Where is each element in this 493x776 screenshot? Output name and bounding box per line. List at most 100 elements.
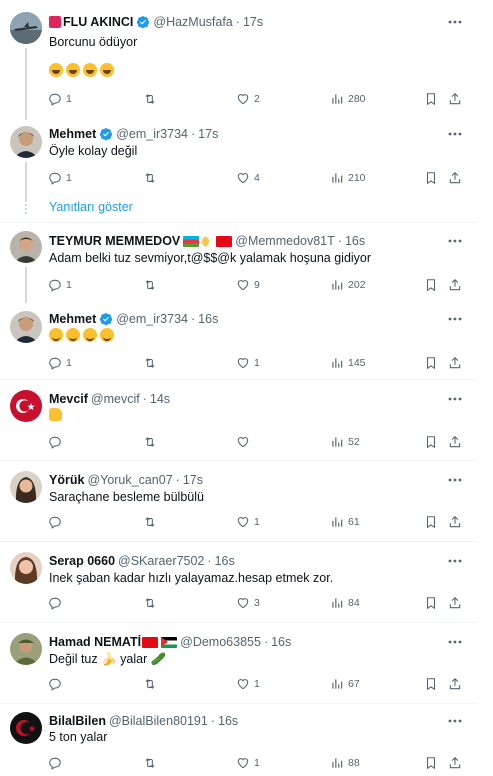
- display-name[interactable]: Mevcif: [49, 392, 88, 406]
- bookmark-button[interactable]: [424, 676, 438, 692]
- handle[interactable]: @mevcif: [91, 392, 140, 406]
- tweet[interactable]: Mehmet @em_ir3734 · 16s 1 1 145: [0, 303, 477, 378]
- views-button[interactable]: 210: [330, 170, 366, 186]
- share-button[interactable]: [448, 755, 462, 771]
- retweet-button[interactable]: [143, 277, 157, 293]
- share-button[interactable]: [448, 434, 462, 450]
- bookmark-button[interactable]: [424, 277, 438, 293]
- handle[interactable]: @BilalBilen80191: [109, 714, 208, 728]
- views-button[interactable]: 88: [330, 755, 360, 771]
- share-button[interactable]: [448, 170, 462, 186]
- handle[interactable]: @Yoruk_can07: [87, 473, 172, 487]
- views-button[interactable]: 67: [330, 676, 360, 692]
- more-icon[interactable]: [447, 233, 463, 249]
- woman-avatar[interactable]: [10, 471, 42, 503]
- display-name[interactable]: Yörük: [49, 473, 84, 487]
- bookmark-button[interactable]: [424, 355, 438, 371]
- show-replies-link[interactable]: Yanıtları göster: [49, 200, 133, 214]
- bookmark-button[interactable]: [424, 170, 438, 186]
- more-icon[interactable]: [447, 472, 463, 488]
- display-name[interactable]: Serap 0660: [49, 554, 115, 568]
- display-name[interactable]: Mehmet: [49, 127, 96, 141]
- more-icon[interactable]: [447, 391, 463, 407]
- reply-button[interactable]: [48, 514, 66, 530]
- timestamp[interactable]: 14s: [150, 392, 170, 406]
- timestamp[interactable]: 16s: [198, 312, 218, 326]
- timestamp[interactable]: 17s: [183, 473, 203, 487]
- views-button[interactable]: 61: [330, 514, 360, 530]
- man-avatar[interactable]: [10, 126, 42, 158]
- retweet-button[interactable]: [143, 91, 157, 107]
- like-button[interactable]: [236, 434, 254, 450]
- like-button[interactable]: 4: [236, 170, 260, 186]
- views-button[interactable]: 52: [330, 434, 360, 450]
- tweet[interactable]: BilalBilen @BilalBilen80191 · 16s 5 ton …: [0, 704, 477, 776]
- timestamp[interactable]: 16s: [271, 635, 291, 649]
- share-button[interactable]: [448, 595, 462, 611]
- handle[interactable]: @em_ir3734: [116, 312, 188, 326]
- bookmark-button[interactable]: [424, 434, 438, 450]
- views-button[interactable]: 145: [330, 355, 366, 371]
- tweet[interactable]: Mevcif @mevcif · 14s 52: [0, 380, 477, 460]
- retweet-button[interactable]: [143, 676, 157, 692]
- retweet-button[interactable]: [143, 755, 157, 771]
- reply-button[interactable]: [48, 595, 66, 611]
- share-button[interactable]: [448, 277, 462, 293]
- share-button[interactable]: [448, 91, 462, 107]
- timestamp[interactable]: 17s: [243, 15, 263, 29]
- handle[interactable]: @HazMusfafa: [153, 15, 232, 29]
- like-button[interactable]: 1: [236, 355, 260, 371]
- views-button[interactable]: 280: [330, 91, 366, 107]
- like-button[interactable]: 1: [236, 514, 260, 530]
- tweet[interactable]: Mehmet @em_ir3734 · 17s Öyle kolay değil…: [0, 120, 477, 200]
- handle[interactable]: @Memmedov81T: [235, 234, 335, 248]
- display-name[interactable]: Mehmet: [49, 312, 96, 326]
- reply-button[interactable]: 1: [48, 277, 72, 293]
- timestamp[interactable]: 16s: [215, 554, 235, 568]
- reply-button[interactable]: [48, 755, 66, 771]
- bookmark-button[interactable]: [424, 91, 438, 107]
- retweet-button[interactable]: [143, 434, 157, 450]
- flag-avatar[interactable]: [10, 390, 42, 422]
- timestamp[interactable]: 16s: [218, 714, 238, 728]
- display-name[interactable]: BilalBilen: [49, 714, 106, 728]
- more-icon[interactable]: [447, 311, 463, 327]
- reply-button[interactable]: 1: [48, 355, 72, 371]
- more-icon[interactable]: [447, 634, 463, 650]
- tweet[interactable]: Yörük @Yoruk_can07 · 17s Saraçhane besle…: [0, 461, 477, 541]
- display-name[interactable]: TEYMUR MEMMEDOV: [49, 234, 180, 248]
- like-button[interactable]: 1: [236, 676, 260, 692]
- share-button[interactable]: [448, 514, 462, 530]
- reply-button[interactable]: 1: [48, 170, 72, 186]
- retweet-button[interactable]: [143, 514, 157, 530]
- bookmark-button[interactable]: [424, 514, 438, 530]
- timestamp[interactable]: 17s: [198, 127, 218, 141]
- share-button[interactable]: [448, 355, 462, 371]
- like-button[interactable]: 9: [236, 277, 260, 293]
- retweet-button[interactable]: [143, 170, 157, 186]
- more-icon[interactable]: [447, 713, 463, 729]
- like-button[interactable]: 3: [236, 595, 260, 611]
- views-button[interactable]: 84: [330, 595, 360, 611]
- handle[interactable]: @SKaraer7502: [118, 554, 204, 568]
- views-button[interactable]: 202: [330, 277, 366, 293]
- retweet-button[interactable]: [143, 595, 157, 611]
- soldier-avatar[interactable]: [10, 633, 42, 665]
- reply-button[interactable]: 1: [48, 91, 72, 107]
- display-name[interactable]: FLU AKINCI: [63, 15, 133, 29]
- share-button[interactable]: [448, 676, 462, 692]
- handle[interactable]: @Demo63855: [180, 635, 261, 649]
- tweet[interactable]: Serap 0660 @SKaraer7502 · 16s Inek şaban…: [0, 542, 477, 622]
- retweet-button[interactable]: [143, 355, 157, 371]
- bookmark-button[interactable]: [424, 595, 438, 611]
- crescent-avatar[interactable]: [10, 712, 42, 744]
- man2-avatar[interactable]: [10, 231, 42, 263]
- timestamp[interactable]: 16s: [345, 234, 365, 248]
- tweet[interactable]: Hamad NEMATİ @Demo63855 · 16s Değil tuz …: [0, 623, 477, 703]
- more-icon[interactable]: [447, 14, 463, 30]
- man-avatar[interactable]: [10, 311, 42, 343]
- like-button[interactable]: 1: [236, 755, 260, 771]
- plane-avatar[interactable]: [10, 12, 42, 44]
- reply-button[interactable]: [48, 434, 66, 450]
- tweet[interactable]: FLU AKINCI @HazMusfafa · 17s Borcunu ödü…: [0, 0, 477, 120]
